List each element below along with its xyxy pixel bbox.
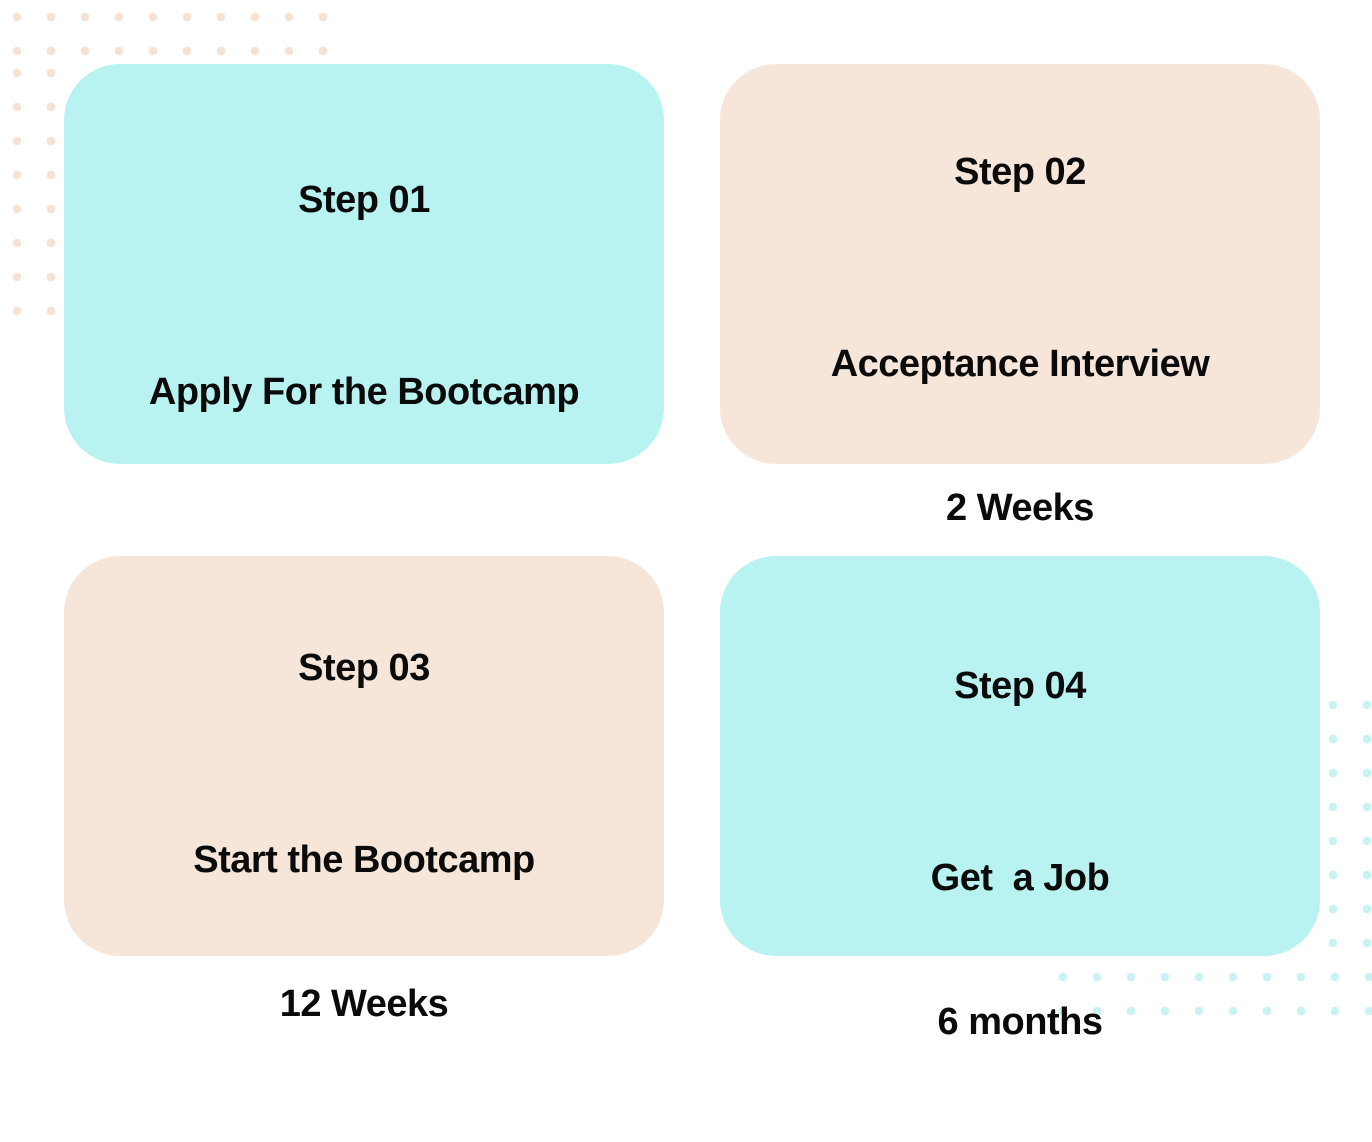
step-card-03: Step 03 Start the Bootcamp 12 Weeks xyxy=(64,556,664,1025)
step-label: Step 04 xyxy=(954,665,1086,707)
step-title: Get a Job xyxy=(930,857,1110,899)
step-duration: 6 months xyxy=(937,1001,1103,1043)
step-label: Step 02 xyxy=(954,151,1086,193)
decorative-dots-right xyxy=(1316,688,1372,948)
step-card-04: Step 04 Get a Job 6 months xyxy=(720,556,1320,1043)
step-title: Start the Bootcamp xyxy=(193,839,535,881)
step-label: Step 01 xyxy=(298,179,430,221)
step-title: Acceptance Interview xyxy=(830,343,1210,385)
step-title: Apply For the Bootcamp xyxy=(148,371,580,413)
decorative-dots-top xyxy=(0,0,330,56)
step-label: Step 03 xyxy=(298,647,430,689)
step-description: Apply For the Bootcamp xyxy=(148,272,580,512)
step-description: Get a Job 6 months xyxy=(931,758,1110,1142)
step-duration: 2 Weeks xyxy=(946,487,1094,529)
step-description: Start the Bootcamp 12 Weeks xyxy=(193,740,535,1124)
step-duration: 12 Weeks xyxy=(279,983,449,1025)
step-card-01: Step 01 Apply For the Bootcamp xyxy=(64,64,664,464)
step-card-02: Step 02 Acceptance Interview 2 Weeks xyxy=(720,64,1320,529)
decorative-dots-left xyxy=(0,56,58,328)
